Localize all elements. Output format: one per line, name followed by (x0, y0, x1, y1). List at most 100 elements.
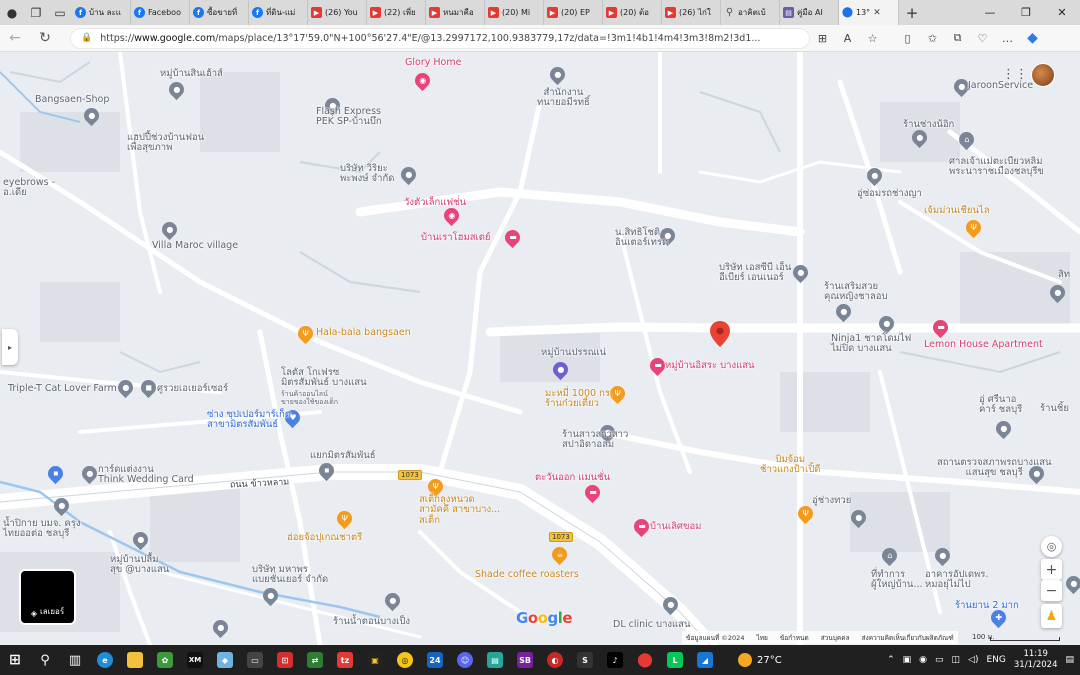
map-label[interactable]: ร้านค้าออนไลน์ ขายของใช้ของเด็ก (281, 390, 338, 406)
app-icon[interactable]: ⊡ (270, 645, 300, 675)
app-icon[interactable]: 24 (420, 645, 450, 675)
search-icon[interactable]: ⚲ (30, 645, 60, 675)
browser-tab[interactable]: f บ้าน ละแ (72, 0, 131, 25)
feedback-link[interactable]: ส่งความคิดเห็นเกี่ยวกับผลิตภัณฑ์ (862, 633, 954, 643)
map-label[interactable]: หมู่บ้านปลื้ม สุข @บางแสน (110, 554, 169, 576)
map-label[interactable]: บริษัท วิริยะ พะพงษ์ จำกัด (340, 163, 394, 185)
map-label[interactable]: แยกมิตรสัมพันธ์ (310, 450, 376, 461)
map-label[interactable]: อู่ซ่อมรถช่างญา (857, 188, 922, 199)
app-icon[interactable]: XM (180, 645, 210, 675)
map-label[interactable]: หมู่บ้านปรรณเน่ (541, 347, 606, 358)
zoom-out-button[interactable]: − (1041, 580, 1062, 601)
split-screen-icon[interactable]: ▯ (895, 25, 920, 52)
profile-icon[interactable]: ● (0, 0, 24, 25)
discord-icon[interactable]: ☺ (450, 645, 480, 675)
map-label[interactable]: Shade coffee roasters (475, 569, 579, 580)
map-label[interactable]: ที่ทำการ ผู้ใหญ่บ้าน... (871, 569, 922, 591)
map-label[interactable]: วังตัวเล็กแฟช่่น (404, 197, 466, 208)
workspaces-icon[interactable]: ❐ (24, 0, 48, 25)
new-tab-button[interactable]: + (899, 4, 925, 22)
browser-tab[interactable]: ▶ หนมาคือ (426, 0, 485, 25)
browser-tab[interactable]: ⬤ 13° ✕ (839, 0, 899, 25)
tray-app-icon[interactable]: ◉ (919, 655, 927, 665)
map-label[interactable]: Lemon House Apartment (924, 339, 1043, 350)
tray-app-icon[interactable]: ▣ (903, 655, 912, 665)
notifications-icon[interactable]: ▤ (1065, 655, 1074, 665)
my-location-button[interactable]: ◎ (1041, 536, 1062, 557)
start-button[interactable]: ⊞ (0, 645, 30, 675)
app-icon[interactable]: SB (510, 645, 540, 675)
refresh-icon[interactable]: ↻ (30, 25, 60, 52)
map-label[interactable]: แฮปปี้ช่วงบ้านฟอน เพื่อสุขภาพ (127, 132, 204, 154)
browser-tab[interactable]: ▶ (20) Mi (485, 0, 544, 25)
browser-tab[interactable]: ⚲ อาคิตเบ้ (721, 0, 780, 25)
map-label[interactable]: Triple-T Cat Lover Farm (8, 383, 117, 394)
edge-icon[interactable]: e (90, 645, 120, 675)
terms-link[interactable]: ข้อกำหนด (780, 633, 809, 643)
close-window-button[interactable]: ✕ (1044, 0, 1080, 25)
map-label[interactable]: บริษัท มหาพร แบยชั่นเยอร์ จำกัด (252, 564, 328, 586)
tiktok-icon[interactable]: ♪ (600, 645, 630, 675)
maps-app-icon[interactable]: ⬤ (630, 645, 660, 675)
tab-actions-icon[interactable]: ▭ (48, 0, 72, 25)
layers-button[interactable]: ◈ เลเยอร์ (19, 569, 76, 625)
browser-essentials-icon[interactable]: ♡ (970, 25, 995, 52)
map-label[interactable]: น้ำปิกาย บมจ. ครุง ไทยออต่อ ชลบุรี (3, 518, 81, 540)
line-icon[interactable]: L (660, 645, 690, 675)
weather-widget[interactable]: 27°C (738, 653, 782, 667)
map-label[interactable]: อาคารอัปเดพร. หมอยุ่ไม่ไป (925, 569, 988, 591)
street-view-pegman[interactable]: ♟ (1041, 604, 1062, 628)
app-icon[interactable]: ◎ (390, 645, 420, 675)
map-label[interactable]: ตะวันออก แมนชั่น (535, 472, 610, 483)
app-icon[interactable]: ⇄ (300, 645, 330, 675)
map-label[interactable]: DL clinic บางแสน (613, 619, 690, 630)
app-icon[interactable]: ◆ (210, 645, 240, 675)
map-label[interactable]: Ninja1 ชาดโดมไฟ ไม่ปิด บางแสน (831, 333, 911, 355)
map-label[interactable]: มะหมี่ 1000 กร. ร้านก๋วยเตี๋ยว (545, 388, 613, 410)
close-tab-icon[interactable]: ✕ (873, 8, 881, 18)
task-view-icon[interactable]: ▥ (60, 645, 90, 675)
map-label[interactable]: Flash Express PEK SP-บ้านบึก (316, 106, 382, 128)
url-field[interactable]: 🔒 https://www.google.com/maps/place/13°1… (70, 27, 810, 49)
map-label[interactable]: ร้านยาน 2 มาก (955, 600, 1019, 611)
back-arrow-icon[interactable]: ← (0, 25, 30, 52)
account-avatar[interactable] (1031, 63, 1055, 87)
map-label[interactable]: บ้านเราโฮมสเตย์ (421, 232, 491, 243)
map-label[interactable]: บริษัท เอสซีบี เอ็น อีเบียร์ เอนเนอร์ (719, 262, 791, 284)
map-label[interactable]: บิมจ้อม ช้าวแกงป้าเปิ้ดี (760, 454, 820, 476)
map-label[interactable]: อู่ ศรีนาอ คาร์ ชลบุรี (979, 394, 1022, 416)
app-icon[interactable]: ▣ (360, 645, 390, 675)
language-link[interactable]: ไทย (756, 633, 767, 643)
collections-icon[interactable]: ⧉ (945, 25, 970, 52)
app-icon[interactable]: ◐ (540, 645, 570, 675)
map-label[interactable]: ร้านเสริมสวย คุณหญิงชาลอบ (824, 281, 888, 303)
app-icon[interactable]: ▤ (480, 645, 510, 675)
browser-tab[interactable]: ▶ (22) เพี่ย (367, 0, 426, 25)
apps-available-icon[interactable]: ⊞ (810, 25, 835, 52)
read-aloud-icon[interactable]: A (835, 25, 860, 52)
clock[interactable]: 11:19 31/1/2024 (1014, 649, 1058, 670)
map-label[interactable]: หมู่บ้านอิสระ บางแสน (665, 360, 755, 371)
copilot-icon[interactable]: ◆ (1020, 25, 1045, 52)
collapse-side-panel-button[interactable]: ▸ (2, 329, 18, 365)
app-icon[interactable]: ✿ (150, 645, 180, 675)
privacy-link[interactable]: ส่วนบุคคล (821, 633, 850, 643)
map-label[interactable]: น.สิทธิโชติ อินเตอร์เทรด (615, 227, 668, 249)
browser-tab[interactable]: f ที่ดิน-แม่ (249, 0, 308, 25)
browser-tab[interactable]: f Faceboo (131, 0, 190, 25)
browser-tab[interactable]: ▶ (26) ไก่ใ (662, 0, 721, 25)
map-label[interactable]: เจ้มม่วนเชียนไล (924, 205, 990, 216)
app-icon[interactable]: S (570, 645, 600, 675)
map-label[interactable]: ร้านช่างน้อิก (903, 119, 954, 130)
minimize-button[interactable]: — (972, 0, 1008, 25)
map-label[interactable]: ร้านสาวลาวสาว สปาอิดาอลม (562, 429, 628, 451)
map-label[interactable]: อู่ช่างทวย (812, 495, 851, 506)
app-icon[interactable]: tz (330, 645, 360, 675)
app-icon[interactable]: ▭ (240, 645, 270, 675)
favorites-icon[interactable]: ✩ (920, 25, 945, 52)
map-label[interactable]: ซ่าง ซุปเปอร์มาร์เก็ต สาขามิตรสัมพันธ์ (207, 409, 291, 431)
browser-tab[interactable]: ▶ (26) You (308, 0, 367, 25)
file-explorer-icon[interactable] (120, 645, 150, 675)
map-label[interactable]: สเต็กลุงหนวด สามัคคี สาขาบาง... สเต็ก (419, 494, 500, 526)
map-label[interactable]: ศูรวยเอเยอร์เซอร์ (157, 383, 228, 394)
